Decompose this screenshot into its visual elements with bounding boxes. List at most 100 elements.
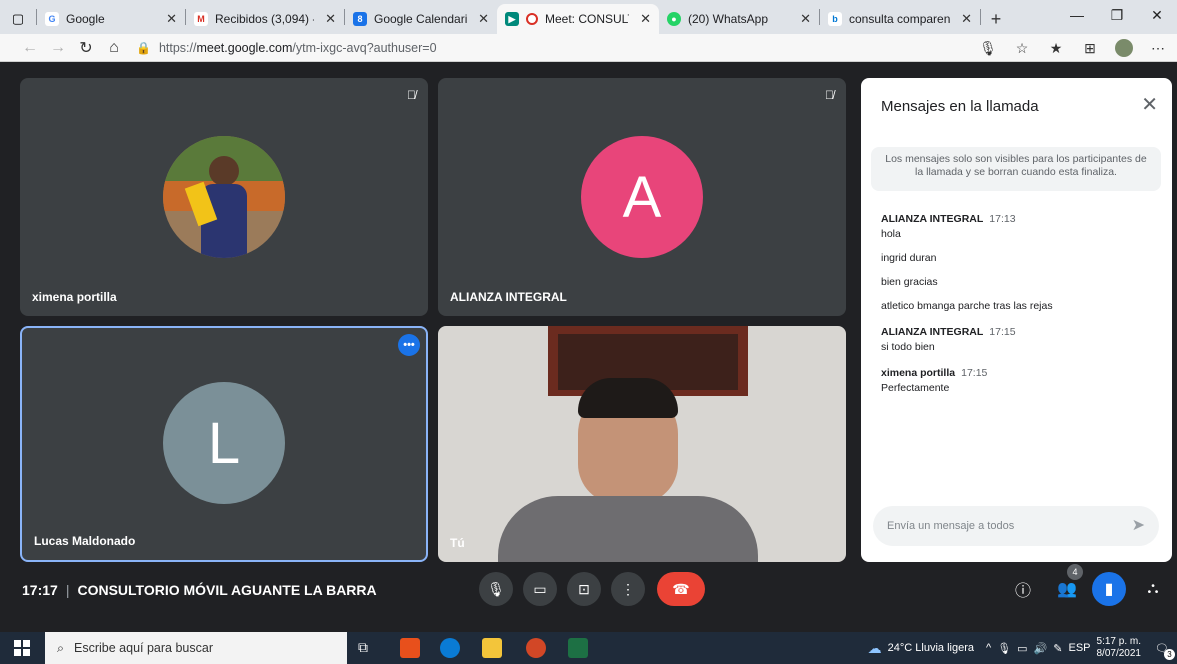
lock-icon: 🔒 (136, 40, 151, 55)
windows-taskbar: ⌕ Escribe aquí para buscar ⧉ ☁ 24°C Lluv… (0, 632, 1177, 664)
present-button[interactable]: ⊡ (567, 572, 601, 606)
pen-icon[interactable]: ✎ (1053, 642, 1062, 655)
close-icon[interactable]: ✕ (961, 11, 972, 27)
meeting-info: 17:17 | CONSULTORIO MÓVIL AGUANTE LA BARRA (22, 582, 377, 598)
weather-text[interactable]: 24°C Lluvia ligera (888, 642, 974, 654)
forward-icon[interactable]: → (44, 39, 72, 57)
close-icon[interactable]: ✕ (1141, 92, 1158, 117)
tab-title: Recibidos (3,094) - ye (215, 12, 314, 26)
url-prefix: https:// (158, 40, 197, 55)
close-icon[interactable]: ✕ (640, 11, 651, 27)
system-tray: ☁ 24°C Lluvia ligera ^ 🎙 ▭ 🔊 ✎ ESP 5:17 … (868, 632, 1177, 664)
windows-start-icon[interactable] (14, 640, 30, 656)
activities-button[interactable]: ⛬ (1138, 574, 1168, 604)
participant-tile-alianza[interactable]: 🎙̸ A ALIANZA INTEGRAL (438, 78, 846, 316)
powerpoint-icon[interactable] (526, 638, 546, 658)
participant-tile-self[interactable]: Tú (438, 326, 846, 562)
info-icon: ⓘ (1014, 583, 1031, 600)
message-sender: ximena portilla (881, 367, 956, 379)
message-text: bien gracias (881, 276, 938, 288)
participant-avatar: L (163, 382, 285, 504)
whatsapp-icon: ● (667, 12, 681, 26)
chat-notice: Los mensajes solo son visibles para los … (871, 147, 1161, 191)
chevron-up-icon[interactable]: ^ (986, 642, 991, 654)
close-icon[interactable]: ✕ (166, 11, 177, 27)
close-icon[interactable]: ✕ (800, 11, 811, 27)
present-icon: ⊡ (578, 580, 590, 597)
office-icon[interactable] (400, 638, 420, 658)
meeting-controls-bar: 17:17 | CONSULTORIO MÓVIL AGUANTE LA BARRA… (0, 562, 1177, 614)
message-text: hola (881, 228, 901, 240)
send-icon[interactable]: ➤ (1132, 506, 1145, 546)
volume-icon[interactable]: 🔊 (1034, 642, 1048, 655)
edge-icon[interactable] (440, 638, 460, 658)
collections-icon[interactable]: ⊞ (1075, 40, 1105, 57)
profile-avatar[interactable] (1109, 39, 1139, 57)
excel-icon[interactable] (568, 638, 588, 658)
restore-icon[interactable]: ❐ (1097, 0, 1137, 30)
tab-actions-icon[interactable]: ▢ (0, 4, 36, 34)
back-icon[interactable]: ← (16, 39, 44, 57)
message-text: atletico bmanga parche tras las rejas (881, 300, 1053, 312)
mic-icon: 🎙 (487, 580, 505, 597)
tab-whatsapp[interactable]: ● (20) WhatsApp ✕ (659, 4, 819, 34)
tab-title: (20) WhatsApp (688, 12, 769, 26)
chat-message-input[interactable]: Envía un mensaje a todos ➤ (873, 506, 1159, 546)
more-icon[interactable]: ⋯ (1143, 40, 1173, 57)
mic-icon[interactable]: 🎙 (997, 642, 1011, 655)
meet-stage: 🎙̸ ximena portilla 🎙̸ A ALIANZA INTEGRAL… (0, 62, 1177, 622)
mic-off-icon: 🎙̸ (825, 88, 834, 102)
taskbar-search[interactable]: ⌕ Escribe aquí para buscar (45, 632, 347, 664)
message-text: Perfectamente (881, 382, 950, 394)
leave-call-button[interactable]: ☎ (657, 572, 705, 606)
file-explorer-icon[interactable] (482, 638, 502, 658)
more-options-button[interactable]: ⋮ (611, 572, 645, 606)
participant-name: Lucas Maldonado (34, 534, 136, 548)
tab-bing[interactable]: b consulta comparendo ✕ (820, 4, 980, 34)
mic-button[interactable]: 🎙 (479, 572, 513, 606)
language-indicator[interactable]: ESP (1068, 642, 1090, 654)
home-icon[interactable]: ⌂ (100, 39, 128, 57)
more-vert-icon: ⋮ (621, 580, 635, 597)
bing-icon: b (828, 12, 842, 26)
close-window-icon[interactable]: ✕ (1137, 0, 1177, 30)
mic-icon[interactable]: 🎙 (973, 40, 1003, 57)
close-icon[interactable]: ✕ (478, 11, 489, 27)
message-sender: ALIANZA INTEGRAL (881, 213, 984, 225)
tab-meet[interactable]: ▶ Meet: CONSULTC ✕ (497, 4, 659, 34)
message-time: 17:15 (961, 367, 988, 379)
clock-date: 8/07/2021 (1096, 648, 1142, 659)
chat-title: Mensajes en la llamada (881, 98, 1039, 115)
close-icon[interactable]: ✕ (325, 11, 336, 27)
clock-time: 5:17 p. m. (1096, 636, 1141, 647)
search-icon: ⌕ (57, 640, 65, 655)
url-host: meet.google.com (196, 40, 293, 55)
reload-icon[interactable]: ↻ (72, 38, 100, 58)
meeting-details-button[interactable]: ⓘ (1008, 574, 1038, 604)
taskbar-clock[interactable]: 5:17 p. m. 8/07/2021 (1097, 636, 1142, 660)
participant-tile-ximena[interactable]: 🎙̸ ximena portilla (20, 78, 428, 316)
task-view-icon[interactable]: ⧉ (358, 639, 368, 656)
camera-button[interactable]: ▭ (523, 572, 557, 606)
tab-google[interactable]: G Google ✕ (37, 4, 185, 34)
chat-messages: ALIANZA INTEGRAL 17:13 hola ingrid duran … (881, 213, 1161, 408)
hang-up-icon: ☎ (672, 580, 690, 597)
notifications-button[interactable]: 🗨 3 (1147, 632, 1177, 664)
chat-button[interactable]: ▮ (1092, 572, 1126, 606)
tab-calendar[interactable]: 8 Google Calendario - ju ✕ (345, 4, 497, 34)
favorites-list-icon[interactable]: ★ (1041, 40, 1071, 57)
network-icon[interactable]: ▭ (1017, 642, 1027, 655)
participant-tile-lucas[interactable]: ••• L Lucas Maldonado (20, 326, 428, 562)
participants-badge: 4 (1067, 564, 1083, 580)
new-tab-button[interactable]: + (981, 4, 1011, 34)
message-group: ximena portilla 17:15 Perfectamente (881, 367, 1161, 394)
more-options-icon[interactable]: ••• (398, 334, 420, 356)
url-field[interactable]: 🔒 https://meet.google.com/ytm-ixgc-avq?a… (136, 41, 437, 55)
minimize-icon[interactable]: — (1057, 0, 1097, 30)
window-controls: — ❐ ✕ (1057, 0, 1177, 30)
tab-gmail[interactable]: M Recibidos (3,094) - ye ✕ (186, 4, 344, 34)
url-path: /ytm-ixgc-avq?authuser=0 (292, 40, 437, 55)
participant-photo (163, 136, 285, 258)
google-icon: G (45, 12, 59, 26)
favorite-icon[interactable]: ☆ (1007, 40, 1037, 57)
